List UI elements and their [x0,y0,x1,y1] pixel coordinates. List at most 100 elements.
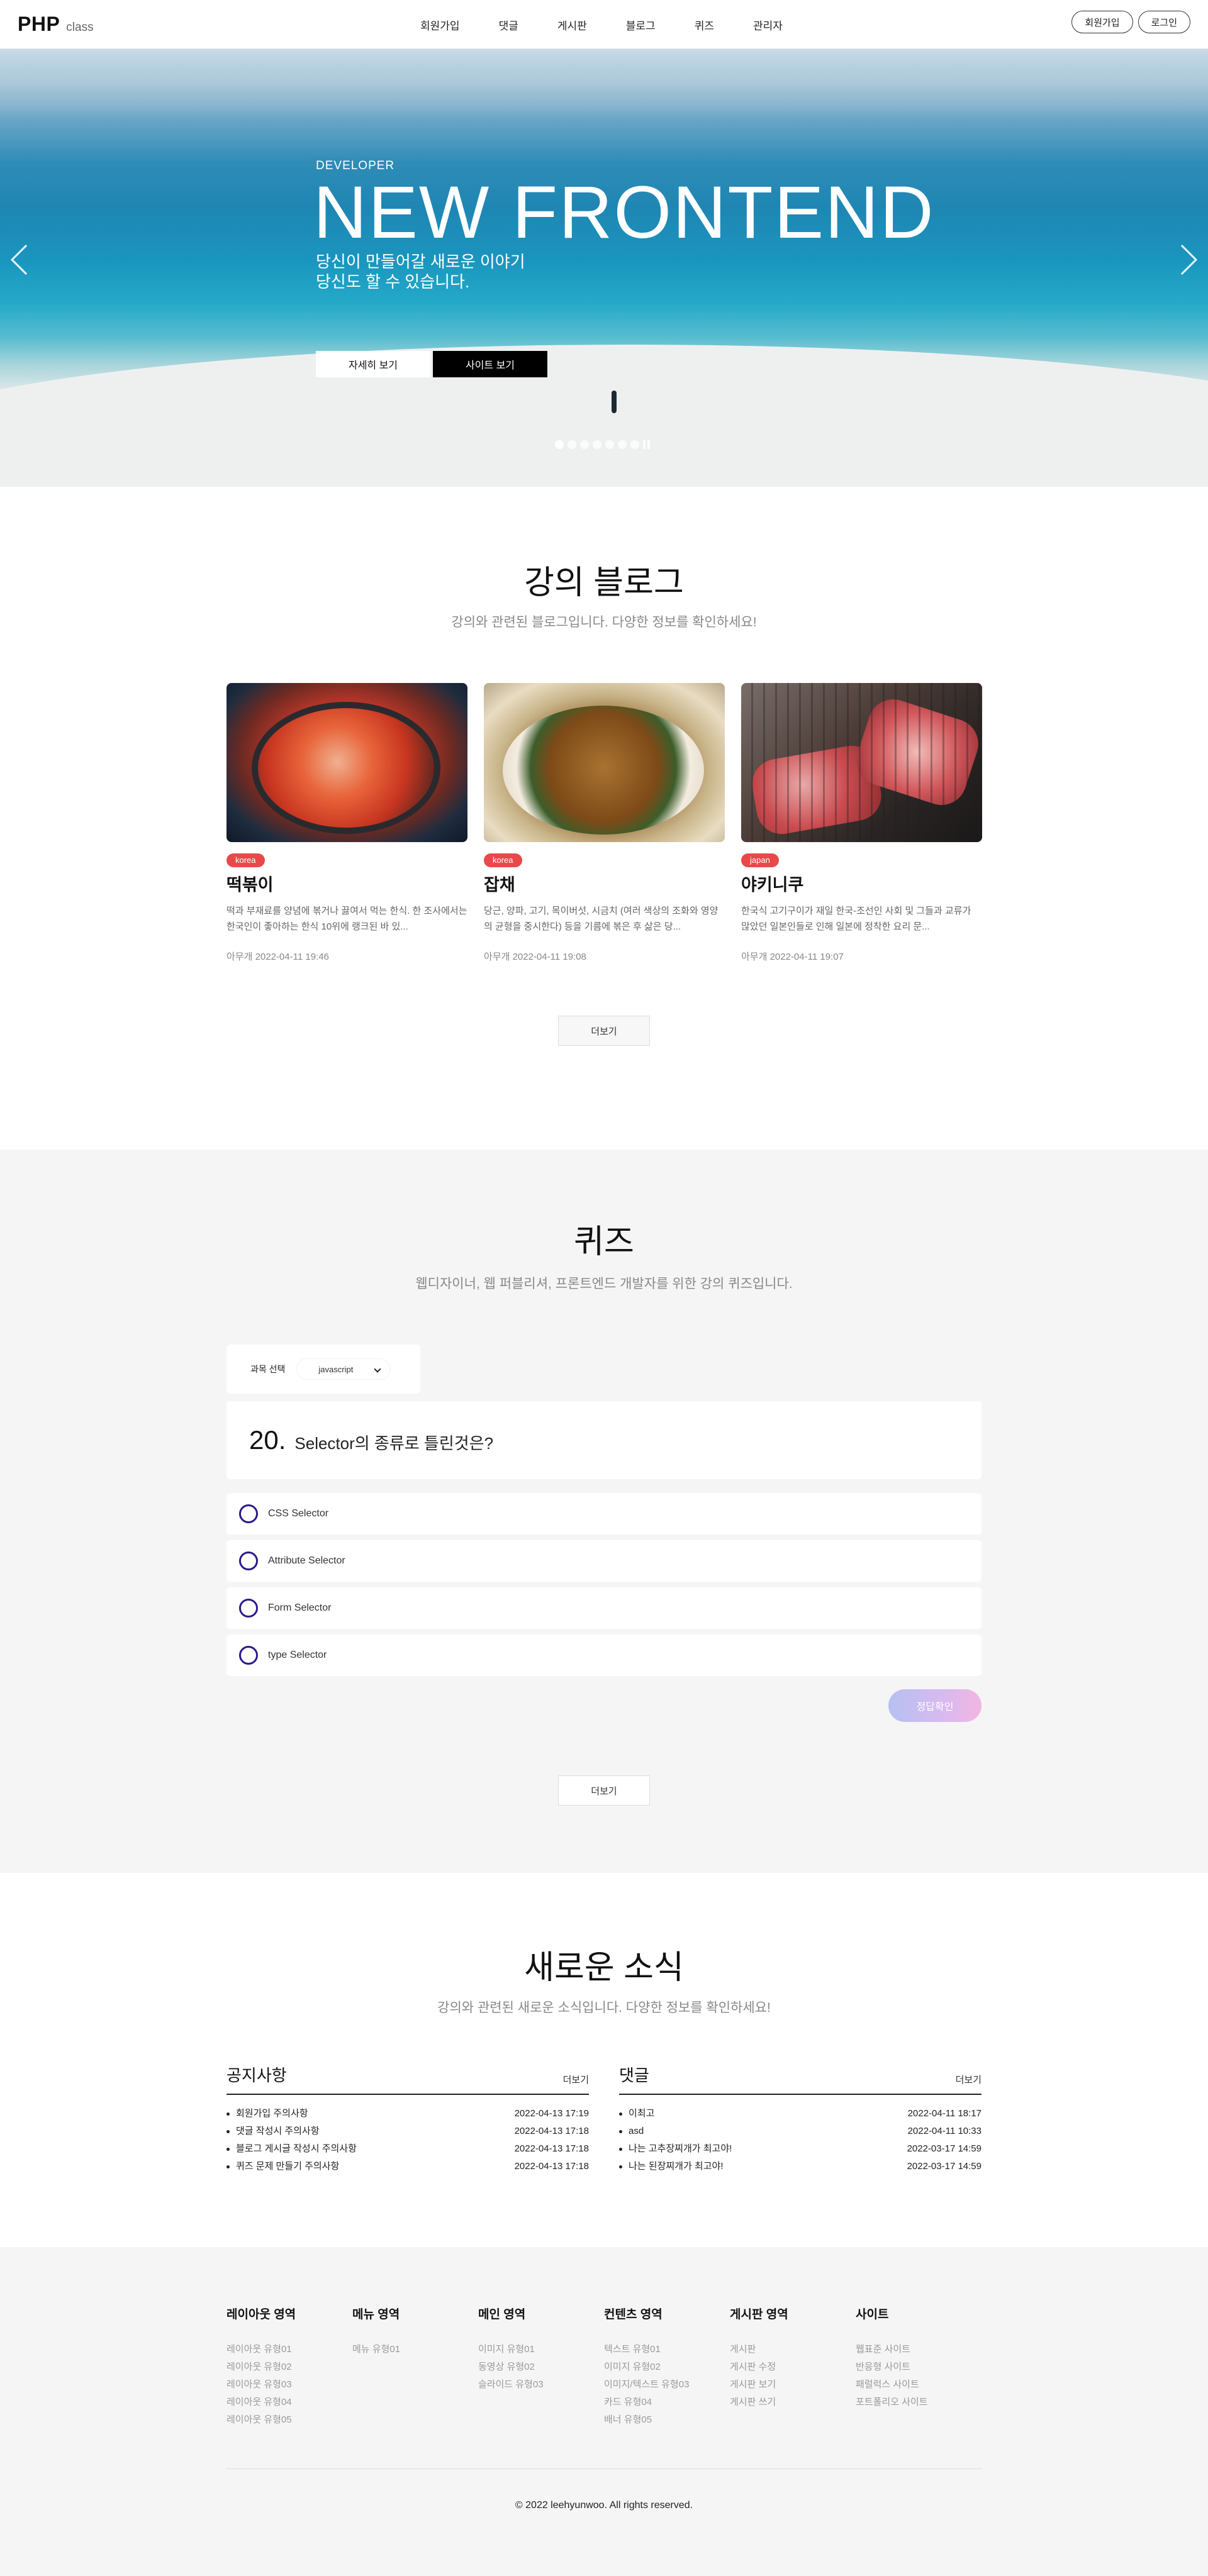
blog-image-tteokbokki[interactable] [226,683,467,842]
comment-date: 2022-04-11 18:17 [907,2108,982,2119]
nav-item-blog[interactable]: 블로그 [626,17,656,33]
blog-card-meta: 아무개 2022-04-11 19:07 [741,952,844,962]
footer-link[interactable]: 카드 유형04 [604,2394,730,2411]
blog-image-yakiniku[interactable] [741,683,982,842]
login-button[interactable]: 로그인 [1138,11,1190,33]
radio-button[interactable] [239,1504,258,1523]
comment-date: 2022-03-17 14:59 [907,2161,982,2172]
subject-select-box: 과목 선택 javascript [226,1345,420,1394]
news-subtitle: 강의와 관련된 새로운 소식입니다. 다양한 정보를 확인하세요! [437,2001,771,2015]
footer-link[interactable]: 게시판 쓰기 [730,2394,856,2411]
comments-panel: 댓글 더보기 이최고 2022-04-11 18:17 asd 2022-04-… [619,2063,982,2175]
footer-link[interactable]: 이미지 유형01 [478,2341,604,2358]
blog-card[interactable]: japan 야키니쿠 한국식 고기구이가 재일 한국-조선인 사회 및 그들과 … [741,683,982,963]
pause-icon[interactable] [643,440,651,449]
list-item[interactable]: 나는 고추장찌개가 최고야! 2022-03-17 14:59 [619,2140,982,2158]
logo[interactable]: PHP class [18,13,94,36]
blog-image-japchae[interactable] [484,683,725,842]
list-item[interactable]: 이최고 2022-04-11 18:17 [619,2105,982,2123]
nav-item-board[interactable]: 게시판 [557,17,587,33]
slider-dot[interactable] [630,440,639,449]
footer-link[interactable]: 반응형 사이트 [856,2358,982,2376]
option-text: CSS Selector [268,1508,329,1519]
subject-select[interactable]: javascript [296,1358,391,1380]
footer-divider [226,2468,982,2469]
footer-link[interactable]: 게시판 보기 [730,2376,856,2394]
footer-link[interactable]: 웹표준 사이트 [856,2341,982,2358]
footer-link[interactable]: 메뉴 유형01 [352,2341,478,2358]
slider-dot[interactable] [568,440,576,449]
signup-button[interactable]: 회원가입 [1071,11,1133,33]
quiz-option[interactable]: CSS Selector [226,1493,982,1535]
footer-link[interactable]: 레이아웃 유형04 [226,2394,352,2411]
slider-dot[interactable] [605,440,614,449]
nav-item-admin[interactable]: 관리자 [753,17,783,33]
blog-card[interactable]: korea 잡채 당근, 양파, 고기, 목이버섯, 시금치 (여러 색상의 조… [484,683,725,963]
slider-dot[interactable] [618,440,627,449]
blog-card-title[interactable]: 잡채 [484,871,725,896]
list-item[interactable]: 나는 된장찌개가 최고야! 2022-03-17 14:59 [619,2158,982,2175]
main-nav: 회원가입 댓글 게시판 블로그 퀴즈 관리자 [420,17,822,33]
subject-select-label: 과목 선택 [250,1364,286,1374]
blog-card-title[interactable]: 야키니쿠 [741,871,982,896]
slider-dot[interactable] [593,440,601,449]
hero-desc-line2: 당신도 할 수 있습니다. [316,272,470,291]
chevron-left-icon[interactable] [10,244,42,275]
slider-dot[interactable] [555,440,564,449]
comment-date: 2022-04-11 10:33 [907,2126,982,2136]
chevron-right-icon[interactable] [1166,244,1198,275]
footer-link[interactable]: 레이아웃 유형02 [226,2358,352,2376]
copyright: © 2022 leehyunwoo. All rights reserved. [515,2500,693,2511]
auth-buttons: 회원가입 로그인 [1071,11,1190,33]
comments-more-link[interactable]: 더보기 [956,2073,982,2086]
footer-link[interactable]: 슬라이드 유형03 [478,2376,604,2394]
comment-text: 나는 된장찌개가 최고야! [629,2161,724,2172]
footer-link[interactable]: 레이아웃 유형05 [226,2411,352,2429]
quiz-option[interactable]: Form Selector [226,1587,982,1629]
footer-link[interactable]: 게시판 [730,2341,856,2358]
nav-item-comments[interactable]: 댓글 [499,17,518,33]
radio-button[interactable] [239,1599,258,1618]
footer-link[interactable]: 텍스트 유형01 [604,2341,730,2358]
list-item[interactable]: asd 2022-04-11 10:33 [619,2123,982,2140]
nav-item-quiz[interactable]: 퀴즈 [695,17,714,33]
check-answer-button[interactable]: 정답확인 [888,1689,982,1722]
footer-link[interactable]: 레이아웃 유형03 [226,2376,352,2394]
hero-sky [0,49,1208,118]
blog-more-button[interactable]: 더보기 [558,1016,650,1046]
notice-title: 공지사항 [226,2066,287,2085]
footer-link[interactable]: 동영상 유형02 [478,2358,604,2376]
site-button[interactable]: 사이트 보기 [433,351,547,377]
list-item[interactable]: 블로그 게시글 작성시 주의사항 2022-04-13 17:18 [226,2140,589,2158]
blog-card[interactable]: korea 떡볶이 떡과 부재료를 양념에 볶거나 끓여서 먹는 한식. 한 조… [226,683,467,963]
list-item[interactable]: 회원가입 주의사항 2022-04-13 17:19 [226,2105,589,2123]
hero-description: 당신이 만들어갈 새로운 이야기 당신도 할 수 있습니다. [316,252,525,292]
footer-link[interactable]: 포트폴리오 사이트 [856,2394,982,2411]
notice-panel: 공지사항 더보기 회원가입 주의사항 2022-04-13 17:19 댓글 작… [226,2063,589,2175]
hero-sand [0,345,1208,487]
footer-link[interactable]: 이미지/텍스트 유형03 [604,2376,730,2394]
quiz-option[interactable]: type Selector [226,1635,982,1676]
list-item[interactable]: 퀴즈 문제 만들기 주의사항 2022-04-13 17:18 [226,2158,589,2175]
radio-button[interactable] [239,1552,258,1570]
footer-link[interactable]: 패럴럭스 사이트 [856,2376,982,2394]
footer-link[interactable]: 게시판 수정 [730,2358,856,2376]
slider-dot[interactable] [580,440,589,449]
detail-button[interactable]: 자세히 보기 [316,351,430,377]
blog-card-meta: 아무개 2022-04-11 19:46 [226,952,329,962]
quiz-question: 20. Selector의 종류로 틀린것은? [226,1401,982,1479]
footer-link[interactable]: 배너 유형05 [604,2411,730,2429]
blog-card-title[interactable]: 떡볶이 [226,871,467,896]
footer-link[interactable]: 이미지 유형02 [604,2358,730,2376]
list-item[interactable]: 댓글 작성시 주의사항 2022-04-13 17:18 [226,2123,589,2140]
quiz-more-button[interactable]: 더보기 [558,1775,650,1806]
notice-more-link[interactable]: 더보기 [563,2073,589,2086]
quiz-option[interactable]: Attribute Selector [226,1540,982,1582]
notice-date: 2022-04-13 17:18 [514,2161,589,2172]
radio-button[interactable] [239,1646,258,1665]
footer-col-title: 레이아웃 영역 [226,2308,296,2321]
footer-col-menu: 메뉴 영역 메뉴 유형01 [352,2305,478,2429]
nav-item-signup[interactable]: 회원가입 [420,17,460,33]
blog-subtitle: 강의와 관련된 블로그입니다. 다양한 정보를 확인하세요! [451,615,757,630]
footer-link[interactable]: 레이아웃 유형01 [226,2341,352,2358]
